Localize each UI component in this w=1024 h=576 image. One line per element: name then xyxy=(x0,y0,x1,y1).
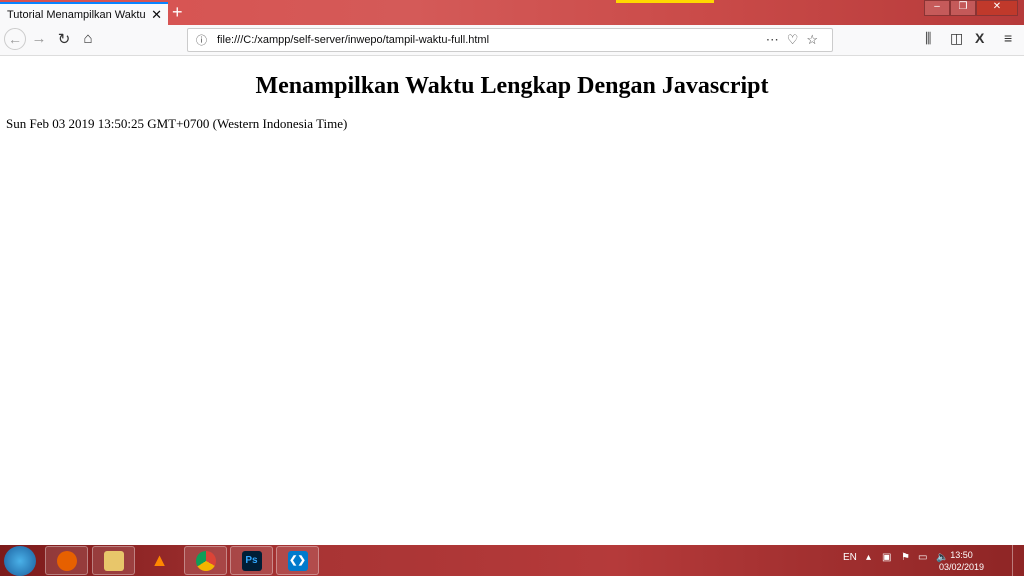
tab-active[interactable]: Tutorial Menampilkan Waktu Lengkap Denga… xyxy=(0,2,168,25)
taskbar-photoshop[interactable]: Ps xyxy=(230,546,273,575)
vlc-icon: ▲ xyxy=(150,550,169,570)
time-display: Sun Feb 03 2019 13:50:25 GMT+0700 (Weste… xyxy=(6,116,348,131)
reload-button[interactable]: ↻ xyxy=(53,30,75,48)
taskbar: ▲ Ps ❮❯ EN ▴ ▣ ⚑ ▭ 🔈 13:50 03/02/2019 xyxy=(0,545,1024,576)
bookmark-star-icon[interactable]: ☆ xyxy=(806,32,826,47)
url-text: file:///C:/xampp/self-server/inwepo/tamp… xyxy=(217,34,490,46)
home-button[interactable]: ⌂ xyxy=(77,30,99,47)
clock-time: 13:50 xyxy=(950,550,973,560)
network-error-icon[interactable]: ▣ xyxy=(882,552,891,563)
pocket-icon[interactable]: ♡ xyxy=(787,32,807,47)
close-tab-icon[interactable]: ✕ xyxy=(151,7,162,23)
taskbar-firefox[interactable] xyxy=(45,546,88,575)
show-desktop-button[interactable] xyxy=(1012,545,1024,576)
system-clock[interactable]: 13:50 03/02/2019 xyxy=(939,549,984,573)
restore-button[interactable]: ❐ xyxy=(950,0,976,16)
minimize-button[interactable]: ‒ xyxy=(924,0,950,16)
title-bar: Tutorial Menampilkan Waktu Lengkap Denga… xyxy=(0,0,1024,25)
close-window-button[interactable]: ✕ xyxy=(976,0,1018,16)
back-button[interactable]: ← xyxy=(4,28,26,50)
sidebar-icon[interactable]: ◫ xyxy=(950,30,963,47)
network-icon[interactable]: ▭ xyxy=(918,552,927,563)
address-bar[interactable]: ⓘ file:///C:/xampp/self-server/inwepo/ta… xyxy=(187,28,833,52)
action-center-flag-icon[interactable]: ⚑ xyxy=(901,552,910,563)
info-icon[interactable]: ⓘ xyxy=(196,32,207,48)
page-title: Menampilkan Waktu Lengkap Dengan Javascr… xyxy=(255,73,769,99)
start-button[interactable] xyxy=(4,546,36,576)
nav-toolbar: ← → ↻ ⌂ ⓘ file:///C:/xampp/self-server/i… xyxy=(0,25,1024,56)
tab-title: Tutorial Menampilkan Waktu Lengkap Denga… xyxy=(7,8,147,21)
extension-x-icon[interactable]: X xyxy=(975,30,984,46)
show-hidden-icons[interactable]: ▴ xyxy=(866,552,871,563)
firefox-icon xyxy=(56,550,77,571)
taskbar-file-explorer[interactable] xyxy=(92,546,135,575)
new-tab-button[interactable]: + xyxy=(172,2,183,23)
page-actions-icon[interactable]: ⋯ xyxy=(766,32,787,47)
page-content: Menampilkan Waktu Lengkap Dengan Javascr… xyxy=(0,56,1024,545)
language-indicator[interactable]: EN xyxy=(843,552,857,563)
forward-button[interactable]: → xyxy=(28,30,50,47)
background-tab-indicator xyxy=(616,0,714,3)
taskbar-vscode[interactable]: ❮❯ xyxy=(276,546,319,575)
taskbar-vlc[interactable]: ▲ xyxy=(138,546,181,575)
vscode-icon: ❮❯ xyxy=(287,550,308,571)
menu-icon[interactable]: ≡ xyxy=(1004,30,1012,46)
library-icon[interactable]: ⫼ xyxy=(925,30,931,47)
taskbar-chrome[interactable] xyxy=(184,546,227,575)
folder-icon xyxy=(103,550,124,571)
clock-date: 03/02/2019 xyxy=(938,562,984,572)
chrome-icon xyxy=(195,550,216,571)
photoshop-icon: Ps xyxy=(241,550,262,571)
